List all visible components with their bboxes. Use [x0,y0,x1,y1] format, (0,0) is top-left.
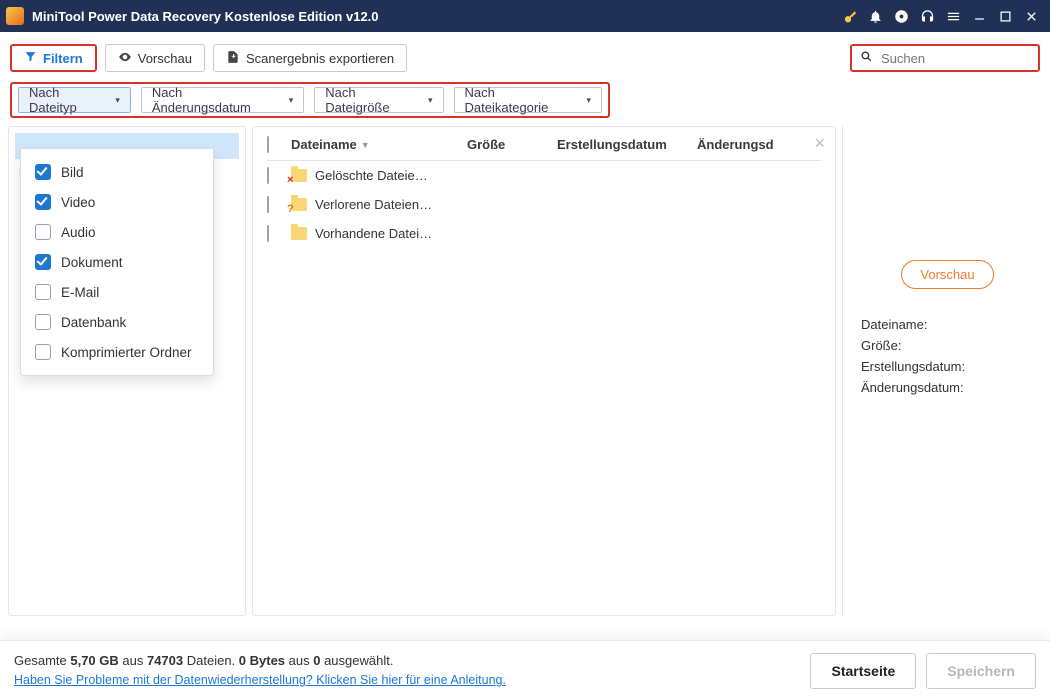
option-label: Audio [61,225,96,240]
save-button[interactable]: Speichern [926,653,1036,689]
filetype-option[interactable]: Datenbank [21,307,213,337]
option-label: Bild [61,165,84,180]
chevron-down-icon: ▾ [289,95,294,106]
preview-button[interactable]: Vorschau [105,44,205,72]
checkbox[interactable] [35,314,51,330]
search-input[interactable] [879,50,1030,67]
row-checkbox[interactable] [267,225,269,242]
minimize-icon[interactable] [966,9,992,24]
menu-icon[interactable] [940,9,966,24]
key-icon[interactable] [836,9,862,24]
search-input-wrap[interactable] [850,44,1040,72]
preview-panel: Vorschau Dateiname: Größe: Erstellungsda… [842,126,1042,616]
help-link[interactable]: Haben Sie Probleme mit der Datenwiederhe… [14,673,506,687]
close-icon[interactable]: × [814,133,825,154]
bell-icon[interactable] [862,9,888,24]
filetype-option[interactable]: Audio [21,217,213,247]
option-label: Dokument [61,255,123,270]
chevron-down-icon: ▾ [586,95,591,106]
checkbox[interactable] [35,284,51,300]
row-name: Gelöschte Dateie… [315,168,428,183]
result-row[interactable]: Verlorene Dateien… [267,190,821,219]
export-label: Scanergebnis exportieren [246,51,394,66]
app-icon [6,7,24,25]
filetype-option[interactable]: Bild [21,157,213,187]
folder-icon [291,169,307,182]
col-filename[interactable]: Dateiname ▼ [291,137,467,152]
search-icon [860,50,873,66]
option-label: Komprimierter Ordner [61,345,192,360]
export-icon [226,50,240,67]
chevron-down-icon: ▾ [428,95,433,106]
checkbox[interactable] [35,194,51,210]
sort-caret-icon: ▼ [361,140,370,150]
title-bar: MiniTool Power Data Recovery Kostenlose … [0,0,1050,32]
preview-size-label: Größe: [861,338,1034,353]
disc-icon[interactable] [888,9,914,24]
preview-name-label: Dateiname: [861,317,1034,332]
row-name: Verlorene Dateien… [315,197,432,212]
filetype-dropdown: Bild Video Audio Dokument E-Mail Datenbank Kom… [20,148,214,376]
eye-icon [118,50,132,67]
checkbox[interactable] [35,344,51,360]
bottom-bar: Gesamte 5,70 GB aus 74703 Dateien. 0 Byt… [0,640,1050,700]
preview-modified-label: Änderungsdatum: [861,380,1034,395]
filter-label: Filtern [43,51,83,66]
funnel-icon [24,50,37,66]
filter-by-type[interactable]: Nach Dateityp▾ [18,87,131,113]
preview-created-label: Erstellungsdatum: [861,359,1034,374]
row-checkbox[interactable] [267,167,269,184]
filetype-option[interactable]: Dokument [21,247,213,277]
close-icon[interactable] [1018,9,1044,24]
summary-text: Gesamte 5,70 GB aus 74703 Dateien. 0 Byt… [14,651,506,690]
window-title: MiniTool Power Data Recovery Kostenlose … [32,9,379,24]
row-checkbox[interactable] [267,196,269,213]
col-size[interactable]: Größe [467,137,557,152]
filetype-option[interactable]: Video [21,187,213,217]
filter-button[interactable]: Filtern [10,44,97,72]
maximize-icon[interactable] [992,9,1018,24]
checkbox[interactable] [35,224,51,240]
col-modified[interactable]: Änderungsd [697,137,821,152]
toolbar: Filtern Vorschau Scanergebnis exportiere… [8,40,1042,82]
option-label: Datenbank [61,315,126,330]
filetype-option[interactable]: E-Mail [21,277,213,307]
folder-icon [291,198,307,211]
home-button[interactable]: Startseite [810,653,916,689]
export-button[interactable]: Scanergebnis exportieren [213,44,407,72]
filters-row: Nach Dateityp▾ Nach Änderungsdatum▾ Nach… [10,82,610,118]
col-created[interactable]: Erstellungsdatum [557,137,697,152]
folder-icon [291,227,307,240]
checkbox[interactable] [35,164,51,180]
filetype-option[interactable]: Komprimierter Ordner [21,337,213,367]
option-label: E-Mail [61,285,99,300]
filter-by-size[interactable]: Nach Dateigröße▾ [314,87,443,113]
result-row[interactable]: Vorhandene Datei… [267,219,821,248]
select-all-checkbox[interactable] [267,136,269,153]
chevron-down-icon: ▾ [115,95,120,106]
row-name: Vorhandene Datei… [315,226,432,241]
filter-by-category[interactable]: Nach Dateikategorie▾ [454,87,602,113]
preview-panel-button[interactable]: Vorschau [901,260,993,289]
headset-icon[interactable] [914,9,940,24]
preview-label: Vorschau [138,51,192,66]
results-pane: × Dateiname ▼ Größe Erstellungsdatum Änd… [252,126,836,616]
column-headers: Dateiname ▼ Größe Erstellungsdatum Änder… [267,137,821,161]
result-row[interactable]: Gelöschte Dateie… [267,161,821,190]
option-label: Video [61,195,95,210]
filter-by-date[interactable]: Nach Änderungsdatum▾ [141,87,304,113]
checkbox[interactable] [35,254,51,270]
